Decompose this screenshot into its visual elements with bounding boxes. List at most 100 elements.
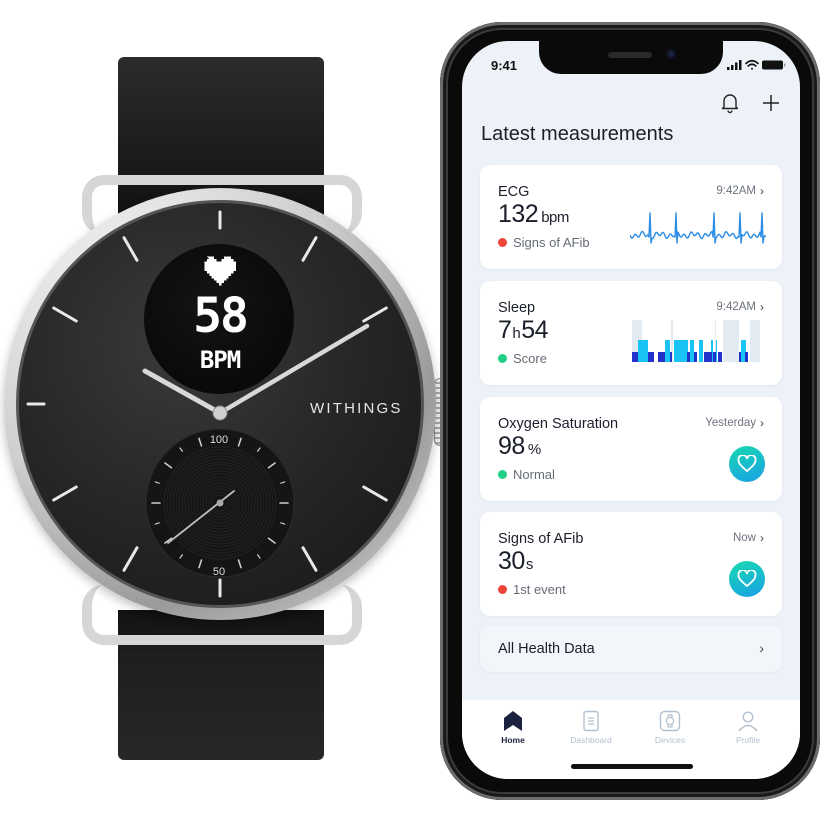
card-timestamp: 9:42AM › xyxy=(716,184,764,198)
hour-marker xyxy=(122,546,139,572)
status-dot-red xyxy=(498,585,507,594)
status-text: Normal xyxy=(513,467,555,482)
battery-icon xyxy=(762,60,786,70)
signal-icon xyxy=(727,60,742,70)
ecg-waveform xyxy=(630,212,766,244)
heart-icon xyxy=(204,256,236,286)
value-unit: % xyxy=(527,441,541,458)
card-timestamp: 9:42AM › xyxy=(716,300,764,314)
chevron-right-icon: › xyxy=(760,416,764,430)
card-status: Score xyxy=(498,351,547,366)
sleep-deep-segment xyxy=(704,352,712,362)
hour-marker xyxy=(122,236,139,262)
value-hours: 7 xyxy=(498,316,512,344)
oxygen-saturation-card[interactable]: Oxygen Saturation 98% Normal Yesterday › xyxy=(480,397,782,501)
sleep-deep-segment xyxy=(658,352,665,362)
dashboard-icon xyxy=(583,710,599,732)
sleep-awake-segment xyxy=(723,320,739,362)
status-bar-icons xyxy=(727,59,786,70)
value-minutes: 54 xyxy=(521,316,549,344)
heart-rate-unit: BPM xyxy=(199,346,241,374)
subdial-pivot xyxy=(216,499,224,507)
status-dot-green xyxy=(498,354,507,363)
sleep-deep-segment xyxy=(687,352,690,362)
tab-home[interactable]: Home xyxy=(478,710,548,745)
home-icon xyxy=(504,711,522,731)
hour-marker xyxy=(362,485,388,502)
sleep-deep-segment xyxy=(670,352,672,362)
hour-marker xyxy=(52,306,78,323)
card-title: ECG xyxy=(498,184,530,200)
phone-speaker xyxy=(608,52,652,58)
profile-icon xyxy=(738,711,758,732)
page-title: Latest measurements xyxy=(481,123,674,145)
chevron-right-icon: › xyxy=(759,640,764,656)
all-health-data-label: All Health Data xyxy=(498,641,595,657)
afib-card[interactable]: Signs of AFib 30s 1st event Now › xyxy=(480,512,782,616)
value-hours-unit: h xyxy=(512,325,521,342)
tab-devices[interactable]: Devices xyxy=(635,710,705,745)
sleep-deep-segment xyxy=(713,352,716,362)
sleep-deep-segment xyxy=(694,352,697,362)
timestamp-text: Now xyxy=(732,532,756,544)
sleep-light-segment xyxy=(638,340,648,362)
wifi-icon xyxy=(745,59,759,70)
tab-dashboard[interactable]: Dashboard xyxy=(556,710,626,745)
sleep-deep-segment xyxy=(745,352,748,362)
subdial-label-top: 100 xyxy=(209,434,229,446)
status-dot-green xyxy=(498,470,507,479)
timestamp-text: 9:42AM xyxy=(716,185,756,197)
status-bar-time: 9:41 xyxy=(491,58,518,73)
card-status: 1st event xyxy=(498,582,566,597)
heart-rate-value: 58 xyxy=(193,288,249,344)
chevron-right-icon: › xyxy=(760,531,764,545)
value-number: 30 xyxy=(498,547,525,575)
hour-marker xyxy=(301,546,318,572)
card-title: Oxygen Saturation xyxy=(498,416,619,432)
card-value: 30s xyxy=(498,547,534,576)
timestamp-text: 9:42AM xyxy=(716,301,756,313)
sleep-light-segment xyxy=(699,340,703,362)
timestamp-text: Yesterday xyxy=(705,417,756,429)
phone-camera xyxy=(666,49,676,59)
card-timestamp: Yesterday › xyxy=(705,416,764,430)
watch-icon xyxy=(659,710,681,732)
sleep-light-segment xyxy=(674,340,688,362)
card-status: Signs of AFib xyxy=(498,235,590,250)
sleep-deep-segment xyxy=(739,352,741,362)
sleep-deep-segment xyxy=(718,352,722,362)
sleep-light-segment xyxy=(716,340,717,362)
home-indicator xyxy=(571,764,693,769)
value-unit: s xyxy=(525,556,534,573)
tab-label: Dashboard xyxy=(570,735,612,745)
heart-outline-icon xyxy=(737,455,757,472)
plus-icon[interactable] xyxy=(760,92,782,114)
tab-label: Profile xyxy=(735,735,761,745)
card-title: Signs of AFib xyxy=(498,531,584,547)
status-dot-red xyxy=(498,238,507,247)
heart-outline-icon xyxy=(737,570,757,587)
value-number: 98 xyxy=(498,432,525,460)
status-text: Score xyxy=(513,351,547,366)
tab-label: Devices xyxy=(654,735,686,745)
hour-marker xyxy=(362,306,388,323)
tab-profile[interactable]: Profile xyxy=(713,710,783,745)
hour-marker xyxy=(301,236,318,262)
status-text: 1st event xyxy=(513,582,566,597)
hands-pivot xyxy=(212,405,228,421)
bell-icon[interactable] xyxy=(719,92,741,114)
sleep-deep-segment xyxy=(632,352,638,362)
sleep-awake-segment xyxy=(750,320,760,362)
ecg-card[interactable]: ECG 132 bpm Signs of AFib 9:42AM › xyxy=(480,165,782,269)
tab-label: Home xyxy=(501,735,525,745)
card-title: Sleep xyxy=(498,300,536,316)
card-status: Normal xyxy=(498,467,555,482)
hour-marker xyxy=(52,485,78,502)
card-timestamp: Now › xyxy=(733,531,764,545)
card-value: 98% xyxy=(498,432,541,461)
sleep-hypnogram xyxy=(632,320,760,362)
sleep-card[interactable]: Sleep 7h54 Score 9:42AM › xyxy=(480,281,782,385)
value-number: 132 xyxy=(498,200,539,228)
all-health-data-button[interactable]: All Health Data › xyxy=(480,626,782,672)
chevron-right-icon: › xyxy=(760,184,764,198)
